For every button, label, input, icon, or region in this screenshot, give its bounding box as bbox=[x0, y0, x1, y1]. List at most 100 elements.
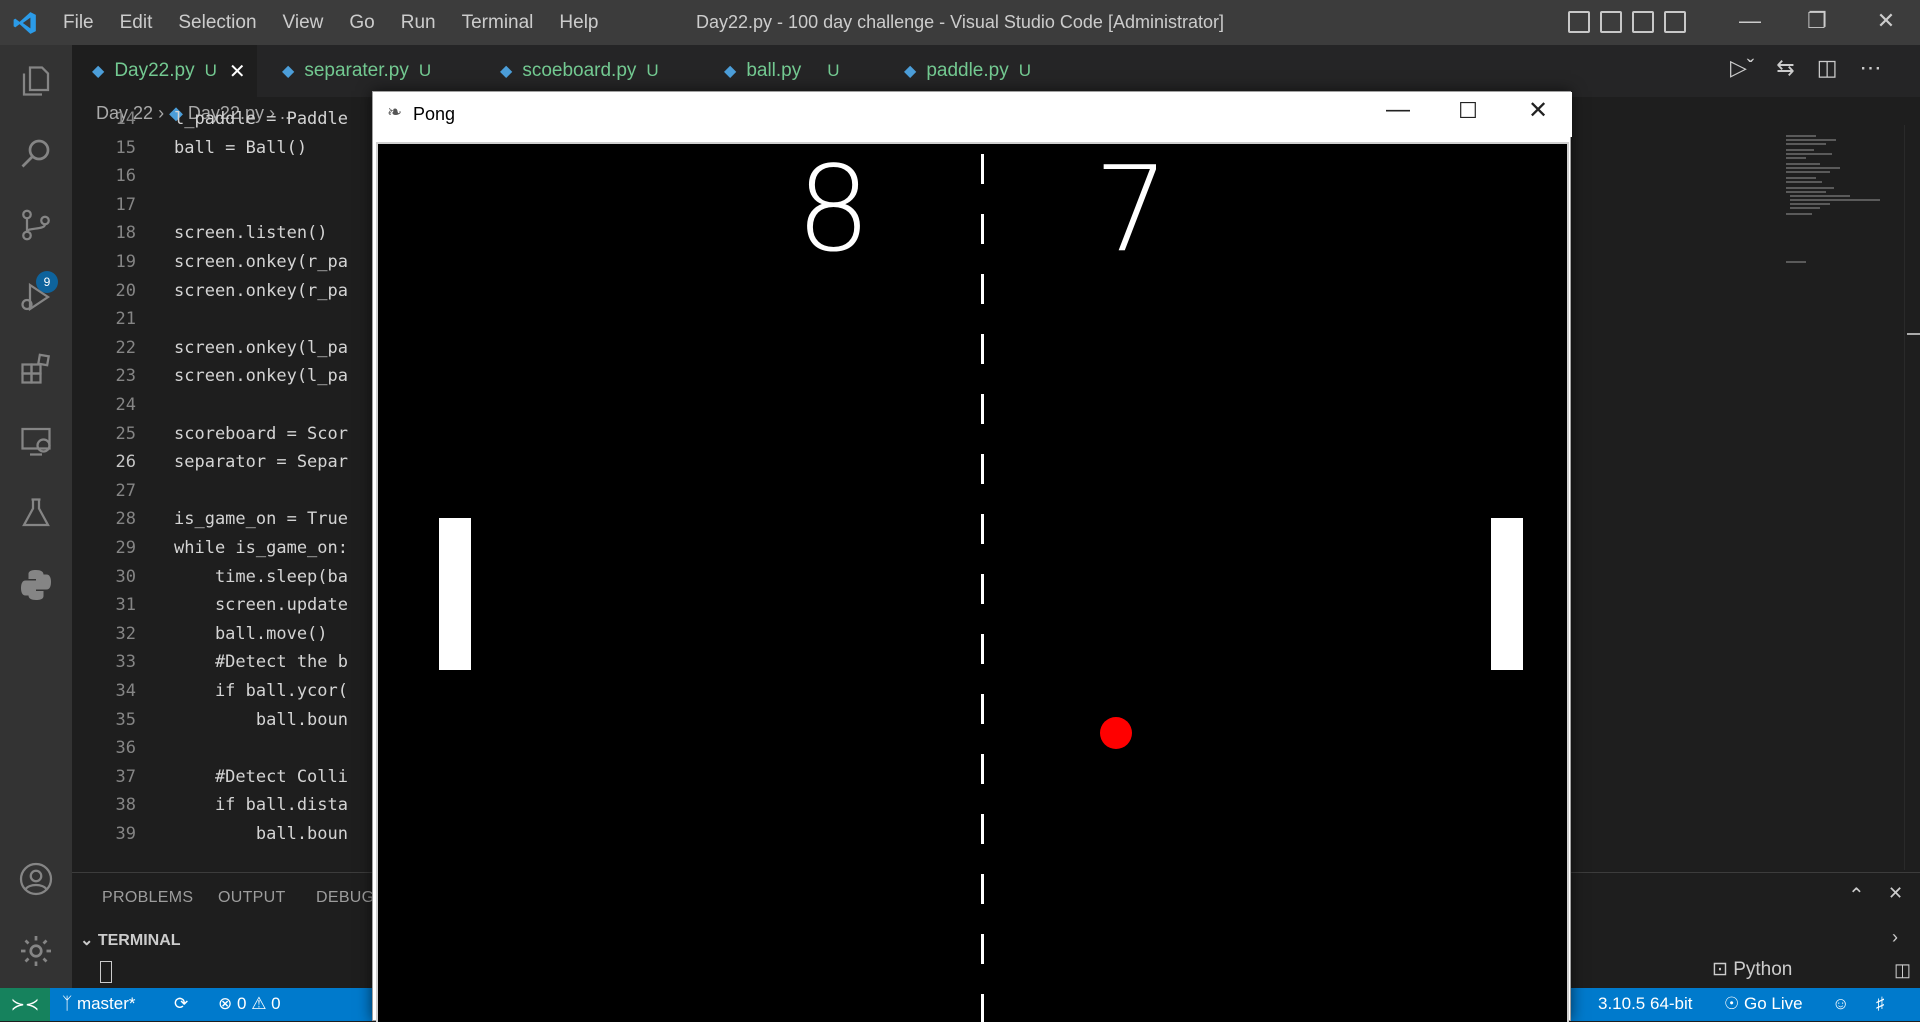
tab-label: separater.py bbox=[304, 60, 409, 81]
code-line[interactable]: scoreboard = Scor bbox=[174, 424, 348, 444]
code-line[interactable]: screen.onkey(l_pa bbox=[174, 366, 348, 386]
code-line[interactable]: if ball.dista bbox=[174, 795, 348, 815]
code-line[interactable]: screen.onkey(l_pa bbox=[174, 338, 348, 358]
toggle-primary-sidebar-icon[interactable] bbox=[1568, 11, 1590, 33]
title-bar: File Edit Selection View Go Run Terminal… bbox=[0, 0, 1920, 45]
feedback-icon[interactable]: ☺ bbox=[1832, 994, 1849, 1014]
line-number: 23 bbox=[115, 366, 136, 387]
open-changes-icon[interactable]: ⇆ bbox=[1776, 55, 1794, 81]
settings-gear-icon[interactable] bbox=[0, 921, 72, 981]
line-number: 21 bbox=[115, 309, 136, 330]
line-number: 14 bbox=[115, 109, 136, 129]
tab-day22[interactable]: ◆ Day22.py U ✕ bbox=[72, 45, 257, 97]
menu-view[interactable]: View bbox=[270, 12, 337, 34]
code-line[interactable]: is_game_on = True bbox=[174, 509, 348, 529]
minimap[interactable] bbox=[1780, 125, 1904, 870]
maximize-panel-icon[interactable]: ⌃ bbox=[1848, 883, 1865, 908]
pong-maximize-icon[interactable]: ☐ bbox=[1443, 98, 1493, 124]
python-interpreter[interactable]: 3.10.5 64-bit bbox=[1598, 994, 1693, 1014]
python-file-icon: ◆ bbox=[724, 63, 737, 80]
menu-help[interactable]: Help bbox=[546, 12, 611, 34]
restore-icon[interactable]: ❐ bbox=[1797, 8, 1837, 34]
run-python-file-icon[interactable]: ▷ˇ bbox=[1730, 55, 1754, 81]
code-line[interactable]: time.sleep(ba bbox=[174, 567, 348, 587]
line-number: 16 bbox=[115, 166, 136, 187]
python-file-icon: ◆ bbox=[282, 63, 295, 80]
explorer-icon[interactable] bbox=[0, 51, 72, 111]
menu-selection[interactable]: Selection bbox=[165, 12, 269, 34]
remote-explorer-icon[interactable] bbox=[0, 411, 72, 471]
split-terminal-icon[interactable]: ◫ bbox=[1894, 960, 1911, 981]
close-icon[interactable]: ✕ bbox=[1866, 8, 1906, 34]
tab-ball[interactable]: ◆ ball.py U bbox=[704, 45, 854, 97]
code-line[interactable]: screen.onkey(r_pa bbox=[174, 252, 348, 272]
menu-file[interactable]: File bbox=[50, 12, 107, 34]
code-line[interactable]: separator = Separ bbox=[174, 452, 348, 472]
pong-close-icon[interactable]: ✕ bbox=[1513, 96, 1563, 125]
source-control-icon[interactable] bbox=[0, 195, 72, 255]
code-line[interactable]: screen.onkey(r_pa bbox=[174, 281, 348, 301]
editor-scrollbar[interactable] bbox=[1904, 125, 1920, 870]
minimize-icon[interactable]: — bbox=[1730, 8, 1770, 34]
notifications-bell-icon[interactable]: ♯ bbox=[1876, 994, 1885, 1014]
tab-problems[interactable]: PROBLEMS bbox=[102, 889, 193, 907]
code-line[interactable]: #Detect the b bbox=[174, 652, 348, 672]
pong-window: ❧ Pong — ☐ ✕ 8 7 bbox=[372, 91, 1572, 1022]
branch-status[interactable]: ᛉ master* bbox=[62, 994, 136, 1014]
tab-debug[interactable]: DEBUG bbox=[316, 889, 374, 907]
tab-scoeboard[interactable]: ◆ scoeboard.py U bbox=[480, 45, 670, 97]
code-line[interactable]: l_paddle = Paddle bbox=[174, 109, 348, 129]
close-tab-icon[interactable]: ✕ bbox=[229, 59, 246, 84]
go-live-button[interactable]: ☉ Go Live bbox=[1724, 994, 1803, 1014]
separator-dash bbox=[981, 514, 984, 544]
code-line[interactable]: if ball.ycor( bbox=[174, 681, 348, 701]
account-icon[interactable] bbox=[0, 849, 72, 909]
terminal-icon: ⊡ bbox=[1712, 959, 1728, 980]
pong-minimize-icon[interactable]: — bbox=[1373, 96, 1423, 124]
terminal-header-label: TERMINAL bbox=[97, 932, 181, 949]
line-number: 30 bbox=[115, 566, 136, 587]
line-number: 19 bbox=[115, 252, 136, 272]
close-panel-icon[interactable]: ✕ bbox=[1888, 883, 1903, 904]
terminal-header[interactable]: ⌄ TERMINAL bbox=[80, 930, 181, 950]
chevron-right-icon[interactable]: › bbox=[1892, 927, 1898, 948]
remote-indicator-icon[interactable]: ≻≺ bbox=[0, 988, 50, 1021]
scrollbar-thumb[interactable] bbox=[1907, 333, 1920, 335]
code-line[interactable]: screen.listen() bbox=[174, 223, 328, 243]
menu-run[interactable]: Run bbox=[388, 12, 449, 34]
search-icon[interactable] bbox=[0, 123, 72, 183]
code-line[interactable]: while is_game_on: bbox=[174, 538, 348, 558]
minimap-preview bbox=[1786, 135, 1880, 263]
menu-edit[interactable]: Edit bbox=[107, 12, 166, 34]
toggle-panel-icon[interactable] bbox=[1600, 11, 1622, 33]
line-number: 28 bbox=[115, 509, 136, 530]
menu-bar: File Edit Selection View Go Run Terminal… bbox=[50, 0, 612, 45]
code-line[interactable]: ball.boun bbox=[174, 824, 348, 844]
extensions-icon[interactable] bbox=[0, 339, 72, 399]
sync-icon[interactable]: ⟳ bbox=[174, 994, 188, 1014]
tab-paddle[interactable]: ◆ paddle.py U bbox=[884, 45, 1054, 97]
code-line[interactable]: ball.move() bbox=[174, 624, 328, 644]
code-line[interactable]: ball.boun bbox=[174, 710, 348, 730]
pong-game-canvas[interactable]: 8 7 bbox=[376, 142, 1569, 1022]
menu-terminal[interactable]: Terminal bbox=[449, 12, 547, 34]
python-icon[interactable] bbox=[0, 555, 72, 615]
problems-status[interactable]: ⊗ 0 ⚠ 0 bbox=[218, 994, 281, 1014]
tab-output[interactable]: OUTPUT bbox=[218, 889, 286, 907]
code-line[interactable]: screen.update bbox=[174, 595, 348, 615]
line-number: 32 bbox=[115, 623, 136, 644]
tab-separater[interactable]: ◆ separater.py U bbox=[262, 45, 452, 97]
testing-icon[interactable] bbox=[0, 483, 72, 543]
terminal-instance[interactable]: ⊡ Python bbox=[1712, 958, 1792, 981]
code-line[interactable]: ball = Ball() bbox=[174, 138, 307, 158]
customize-layout-icon[interactable] bbox=[1664, 11, 1686, 33]
line-number: 24 bbox=[115, 395, 136, 415]
error-count: 0 bbox=[236, 994, 247, 1013]
split-editor-icon[interactable]: ◫ bbox=[1817, 55, 1838, 81]
run-debug-icon[interactable] bbox=[0, 267, 72, 327]
menu-go[interactable]: Go bbox=[336, 12, 387, 34]
code-line[interactable]: #Detect Colli bbox=[174, 767, 348, 787]
toggle-secondary-sidebar-icon[interactable] bbox=[1632, 11, 1654, 33]
more-actions-icon[interactable]: ⋯ bbox=[1859, 55, 1881, 81]
line-number: 36 bbox=[115, 738, 136, 759]
